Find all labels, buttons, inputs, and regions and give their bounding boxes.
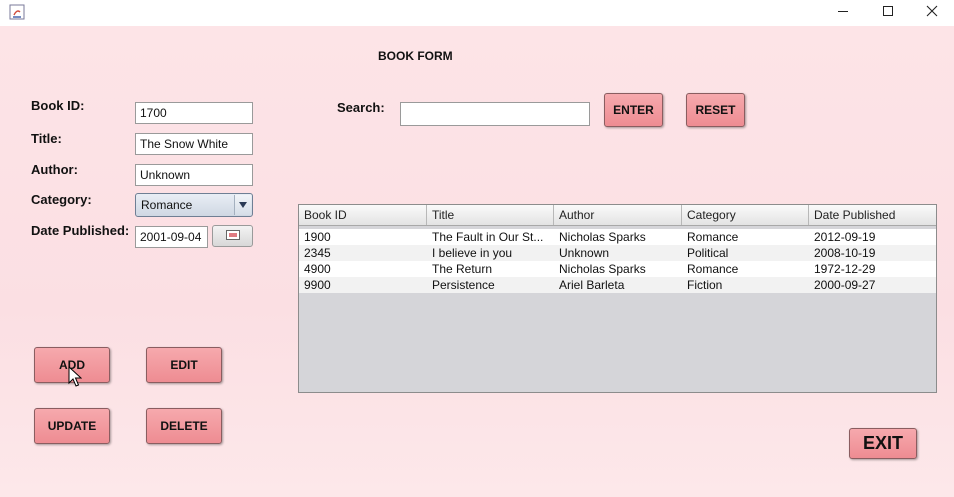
close-button[interactable] (910, 0, 954, 26)
category-label: Category: (31, 192, 92, 207)
cell-author: Nicholas Sparks (559, 262, 646, 276)
cell-date-published: 2012-09-19 (814, 230, 876, 244)
cell-book-id: 1900 (304, 230, 331, 244)
date-published-field[interactable]: 2001-09-04 (135, 226, 208, 248)
cell-date-published: 2000-09-27 (814, 278, 876, 292)
calendar-button[interactable] (212, 225, 253, 247)
column-header-book-id[interactable]: Book ID (299, 205, 427, 225)
cell-author: Nicholas Sparks (559, 230, 646, 244)
cell-category: Political (687, 246, 729, 260)
chevron-down-icon[interactable] (234, 195, 251, 215)
update-button[interactable]: UPDATE (34, 408, 110, 444)
edit-button[interactable]: EDIT (146, 347, 222, 383)
category-selected-value: Romance (141, 198, 193, 212)
cell-date-published: 2008-10-19 (814, 246, 876, 260)
minimize-icon (837, 4, 849, 22)
form-title: BOOK FORM (378, 49, 453, 63)
table-row[interactable]: 1900 The Fault in Our St... Nicholas Spa… (299, 229, 936, 245)
reset-button[interactable]: RESET (686, 93, 745, 127)
mouse-pointer-icon (68, 365, 83, 393)
column-header-author[interactable]: Author (554, 205, 682, 225)
table-header: Book ID Title Author Category Date Publi… (299, 205, 936, 226)
title-label: Title: (31, 131, 62, 146)
column-header-category[interactable]: Category (682, 205, 809, 225)
table-row[interactable]: 9900 Persistence Ariel Barleta Fiction 2… (299, 277, 936, 293)
title-field[interactable]: The Snow White (135, 133, 253, 155)
category-dropdown[interactable]: Romance (135, 193, 253, 217)
cell-category: Romance (687, 230, 739, 244)
calendar-icon (225, 227, 240, 245)
cell-author: Unknown (559, 246, 610, 260)
maximize-icon (882, 4, 894, 22)
book-id-field[interactable]: 1700 (135, 102, 253, 124)
cell-book-id: 2345 (304, 246, 331, 260)
cell-title: I believe in you (432, 246, 513, 260)
search-label: Search: (337, 100, 385, 115)
cell-title: The Return (432, 262, 493, 276)
column-header-date-published[interactable]: Date Published (809, 205, 936, 225)
minimize-button[interactable] (821, 0, 865, 26)
java-app-icon (9, 4, 25, 20)
window-titlebar[interactable] (0, 0, 954, 26)
cell-title: Persistence (432, 278, 495, 292)
maximize-button[interactable] (866, 0, 910, 26)
books-table[interactable]: Book ID Title Author Category Date Publi… (298, 204, 937, 393)
table-row[interactable]: 2345 I believe in you Unknown Political … (299, 245, 936, 261)
cell-author: Ariel Barleta (559, 278, 625, 292)
search-input[interactable] (400, 102, 590, 126)
cell-date-published: 1972-12-29 (814, 262, 876, 276)
exit-button[interactable]: EXIT (849, 428, 917, 459)
cell-category: Fiction (687, 278, 723, 292)
date-published-label: Date Published: (31, 223, 130, 238)
close-icon (926, 4, 938, 22)
author-label: Author: (31, 162, 78, 177)
enter-button[interactable]: ENTER (604, 93, 663, 127)
delete-button[interactable]: DELETE (146, 408, 222, 444)
author-field[interactable]: Unknown (135, 164, 253, 186)
column-header-title[interactable]: Title (427, 205, 554, 225)
cell-book-id: 4900 (304, 262, 331, 276)
table-row[interactable]: 4900 The Return Nicholas Sparks Romance … (299, 261, 936, 277)
cell-category: Romance (687, 262, 739, 276)
book-id-label: Book ID: (31, 98, 85, 113)
cell-title: The Fault in Our St... (432, 230, 544, 244)
cell-book-id: 9900 (304, 278, 331, 292)
